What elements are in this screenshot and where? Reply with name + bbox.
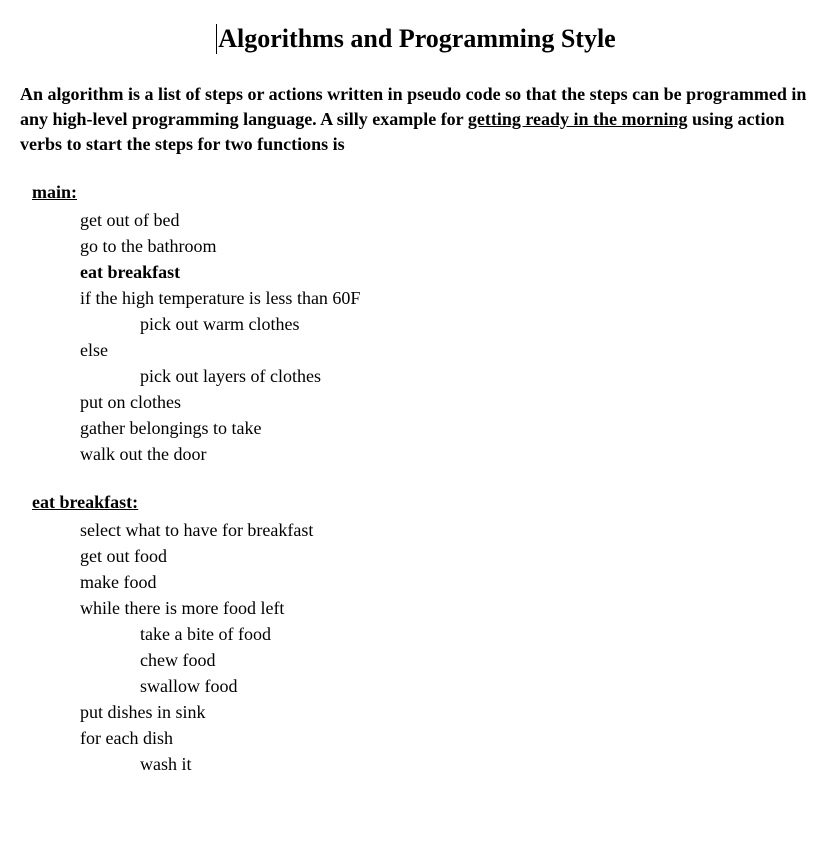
step-text: chew food (140, 650, 215, 670)
step-line: take a bite of food (20, 621, 814, 647)
page-title: Algorithms and Programming Style (218, 24, 615, 54)
step-line: get out food (20, 543, 814, 569)
step-line: put dishes in sink (20, 699, 814, 725)
title-text: Algorithms and Programming Style (218, 24, 615, 53)
eat-steps-list: select what to have for breakfast get out… (20, 517, 814, 778)
intro-underline: getting ready in the morning (468, 109, 688, 129)
step-text: put dishes in sink (80, 702, 206, 722)
step-text: walk out the door (80, 444, 206, 464)
text-cursor (216, 24, 217, 54)
step-text: for each dish (80, 728, 173, 748)
step-line: swallow food (20, 673, 814, 699)
step-line: while there is more food left (20, 595, 814, 621)
step-text: make food (80, 572, 156, 592)
eat-breakfast-heading: eat breakfast: (32, 492, 814, 513)
step-line: else (20, 337, 814, 363)
step-text: wash it (140, 754, 192, 774)
step-line: select what to have for breakfast (20, 517, 814, 543)
step-text: get out of bed (80, 210, 179, 230)
step-line: walk out the door (20, 441, 814, 467)
main-block: main: get out of bed go to the bathroom ea… (20, 182, 814, 468)
step-text: take a bite of food (140, 624, 271, 644)
main-heading: main: (32, 182, 814, 203)
step-line: if the high temperature is less than 60F (20, 285, 814, 311)
eat-breakfast-block: eat breakfast: select what to have for b… (20, 492, 814, 778)
step-text: get out food (80, 546, 167, 566)
step-line: get out of bed (20, 207, 814, 233)
step-line: put on clothes (20, 389, 814, 415)
step-text: pick out warm clothes (140, 314, 299, 334)
intro-paragraph: An algorithm is a list of steps or actio… (20, 82, 814, 158)
step-text: if the high temperature is less than 60F (80, 288, 360, 308)
step-line: wash it (20, 751, 814, 777)
main-steps-list: get out of bed go to the bathroom eat brea… (20, 207, 814, 468)
step-text: gather belongings to take (80, 418, 261, 438)
step-line: for each dish (20, 725, 814, 751)
step-text: select what to have for breakfast (80, 520, 313, 540)
step-line: chew food (20, 647, 814, 673)
step-text: eat breakfast (80, 262, 180, 282)
step-line: gather belongings to take (20, 415, 814, 441)
step-line: pick out warm clothes (20, 311, 814, 337)
step-line: go to the bathroom (20, 233, 814, 259)
step-line: eat breakfast (20, 259, 814, 285)
step-line: pick out layers of clothes (20, 363, 814, 389)
title-container: Algorithms and Programming Style (20, 24, 814, 54)
step-line: make food (20, 569, 814, 595)
step-text: pick out layers of clothes (140, 366, 321, 386)
step-text: while there is more food left (80, 598, 284, 618)
step-text: go to the bathroom (80, 236, 216, 256)
step-text: put on clothes (80, 392, 181, 412)
step-text: swallow food (140, 676, 238, 696)
step-text: else (80, 340, 108, 360)
